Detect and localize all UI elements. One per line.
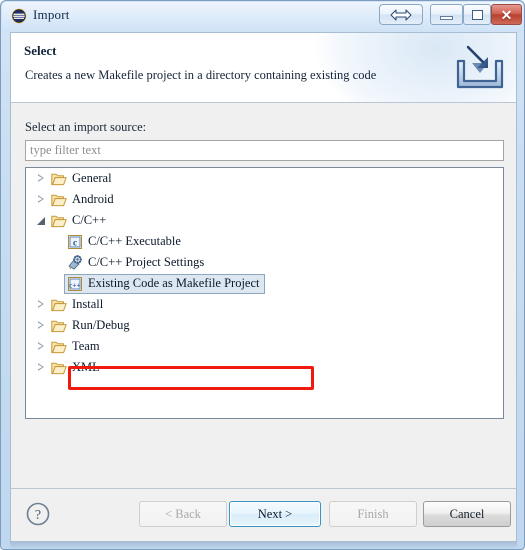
maximize-icon — [471, 9, 483, 20]
tree-item-content: General — [34, 169, 117, 188]
folder-icon — [51, 361, 67, 375]
tree-item-label: C/C++ Executable — [88, 234, 181, 248]
folder-icon — [51, 340, 67, 354]
c-file-icon: c — [67, 234, 83, 250]
folder-icon — [51, 193, 67, 207]
close-button[interactable]: ✕ — [491, 4, 522, 25]
tree-item-content: C/C++ — [34, 211, 111, 230]
tree-item-content: XML — [34, 358, 105, 377]
tree-item-team[interactable]: Team — [26, 336, 503, 357]
wizard-content: Select an import source: General Android C… — [10, 102, 517, 488]
tree-item-c-c-project-settings[interactable]: C/C++ Project Settings — [26, 252, 503, 273]
chevron-right-icon[interactable] — [37, 321, 46, 330]
tree-item-label: Android — [72, 192, 114, 206]
cancel-button-label: Cancel — [449, 506, 485, 521]
window-bottom-shadow — [10, 542, 517, 549]
tree-item-android[interactable]: Android — [26, 189, 503, 210]
left-right-arrows-glyph — [390, 8, 412, 21]
folder-icon — [51, 298, 67, 312]
import-wizard-icon — [452, 41, 508, 95]
tree-item-content: Team — [34, 337, 105, 356]
tree-item-content: Run/Debug — [34, 316, 135, 335]
svg-text:c: c — [73, 237, 77, 247]
tree-item-label: C/C++ — [72, 213, 107, 227]
tree-item-content: C/C++ Project Settings — [64, 253, 209, 273]
minimize-icon — [440, 15, 453, 20]
eclipse-logo-icon — [11, 8, 27, 24]
import-source-tree[interactable]: General Android C/C++ c C/C++ Executable C/C+… — [25, 167, 504, 419]
tree-item-label: Team — [72, 339, 100, 353]
tree-item-label: Install — [72, 297, 104, 311]
chevron-right-icon[interactable] — [37, 342, 46, 351]
finish-button[interactable]: Finish — [329, 501, 417, 527]
next-button[interactable]: Next > — [229, 501, 321, 527]
tree-item-content: Install — [34, 295, 108, 314]
window-titlebar[interactable]: Import ✕ — [1, 1, 525, 31]
tree-item-install[interactable]: Install — [26, 294, 503, 315]
folder-icon — [51, 214, 67, 228]
import-wizard-window: Import ✕ Select Creates a new Makefile p… — [0, 0, 525, 550]
left-right-arrows-icon[interactable] — [379, 4, 423, 25]
wizard-footer: ? < Back Next > Finish Cancel — [10, 488, 517, 542]
chevron-down-icon[interactable] — [37, 216, 46, 225]
chevron-right-icon[interactable] — [37, 363, 46, 372]
chevron-right-icon[interactable] — [37, 174, 46, 183]
window-title: Import — [33, 7, 70, 22]
page-description: Creates a new Makefile project in a dire… — [25, 68, 377, 82]
chevron-right-icon[interactable] — [37, 195, 46, 204]
close-icon: ✕ — [500, 6, 513, 23]
tree-item-run-debug[interactable]: Run/Debug — [26, 315, 503, 336]
chevron-right-icon[interactable] — [37, 300, 46, 309]
svg-text:?: ? — [35, 508, 41, 523]
cpp-file-icon: c++ — [67, 276, 83, 292]
tree-item-label: General — [72, 171, 112, 185]
tree-item-content: c C/C++ Executable — [64, 232, 186, 252]
maximize-button[interactable] — [463, 4, 491, 25]
cancel-button[interactable]: Cancel — [423, 501, 511, 527]
tree-item-label: Run/Debug — [72, 318, 130, 332]
wizard-header: Select Creates a new Makefile project in… — [10, 32, 517, 102]
finish-button-label: Finish — [357, 506, 389, 521]
next-button-label: Next > — [257, 506, 293, 521]
tree-item-label: XML — [72, 360, 100, 374]
minimize-button[interactable] — [430, 4, 463, 25]
back-button-label: < Back — [165, 506, 201, 521]
import-source-label: Select an import source: — [25, 120, 147, 134]
tree-item-c-c[interactable]: C/C++ — [26, 210, 503, 231]
folder-icon — [51, 172, 67, 186]
tree-item-c-c-executable[interactable]: c C/C++ Executable — [26, 231, 503, 252]
page-title: Select — [24, 43, 57, 58]
tree-item-existing-code-as-makefile-project[interactable]: c++ Existing Code as Makefile Project — [26, 273, 503, 294]
help-question-icon[interactable]: ? — [25, 501, 51, 527]
tree-item-label: C/C++ Project Settings — [88, 255, 205, 269]
header-divider — [11, 102, 516, 103]
svg-text:c++: c++ — [69, 280, 81, 289]
tree-item-content: c++ Existing Code as Makefile Project — [64, 273, 265, 294]
tree-rows-container: General Android C/C++ c C/C++ Executable C/C+… — [26, 168, 503, 378]
back-button[interactable]: < Back — [139, 501, 227, 527]
tree-item-xml[interactable]: XML — [26, 357, 503, 378]
tree-item-content: Android — [34, 190, 119, 209]
tree-item-label: Existing Code as Makefile Project — [88, 276, 260, 290]
filter-input[interactable] — [25, 140, 504, 161]
tree-item-general[interactable]: General — [26, 168, 503, 189]
folder-icon — [51, 319, 67, 333]
project-settings-icon — [67, 254, 83, 271]
